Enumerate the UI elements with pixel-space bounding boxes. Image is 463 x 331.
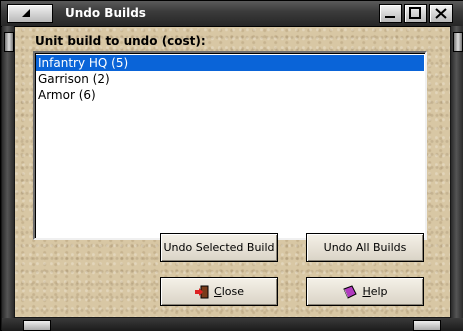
undo-selected-build-button[interactable]: Undo Selected Build: [160, 233, 278, 262]
list-item-armor[interactable]: Armor (6): [36, 87, 424, 103]
close-label: Close: [214, 285, 244, 298]
maximize-icon: [409, 7, 421, 19]
title-bar[interactable]: Undo Builds: [1, 1, 463, 27]
exit-door-icon: [195, 285, 209, 298]
minimize-button[interactable]: [379, 4, 402, 23]
list-label: Unit build to undo (cost):: [35, 34, 206, 48]
system-menu-button[interactable]: [7, 4, 53, 23]
help-label: Help: [362, 285, 388, 298]
close-window-button[interactable]: [429, 4, 453, 23]
close-button[interactable]: Close: [160, 277, 278, 306]
list-item-infantry-hq[interactable]: Infantry HQ (5): [36, 55, 424, 71]
menu-arrow-icon: [22, 9, 30, 17]
resize-corner-left[interactable]: [23, 320, 51, 331]
dialog-body: Unit build to undo (cost): Infantry HQ (…: [15, 27, 450, 317]
frame-knob: [453, 32, 463, 52]
list-item-garrison[interactable]: Garrison (2): [36, 71, 424, 87]
help-button[interactable]: Help: [306, 277, 424, 306]
unit-build-listbox[interactable]: Infantry HQ (5) Garrison (2) Armor (6): [33, 51, 427, 240]
right-frame: [451, 26, 463, 318]
undo-builds-window: Undo Builds Unit build to undo (cost): I…: [0, 0, 463, 331]
help-book-icon: [343, 284, 358, 299]
frame-knob: [4, 32, 14, 52]
close-x-icon: [435, 8, 447, 19]
window-title: Undo Builds: [65, 6, 146, 20]
undo-all-builds-button[interactable]: Undo All Builds: [306, 233, 424, 262]
undo-selected-label: Undo Selected Build: [163, 241, 275, 254]
maximize-button[interactable]: [404, 4, 427, 23]
resize-corner-right[interactable]: [413, 320, 441, 331]
undo-all-label: Undo All Builds: [323, 241, 407, 254]
left-frame: [2, 26, 14, 318]
bottom-frame: [2, 318, 463, 331]
minimize-icon: [385, 16, 395, 18]
